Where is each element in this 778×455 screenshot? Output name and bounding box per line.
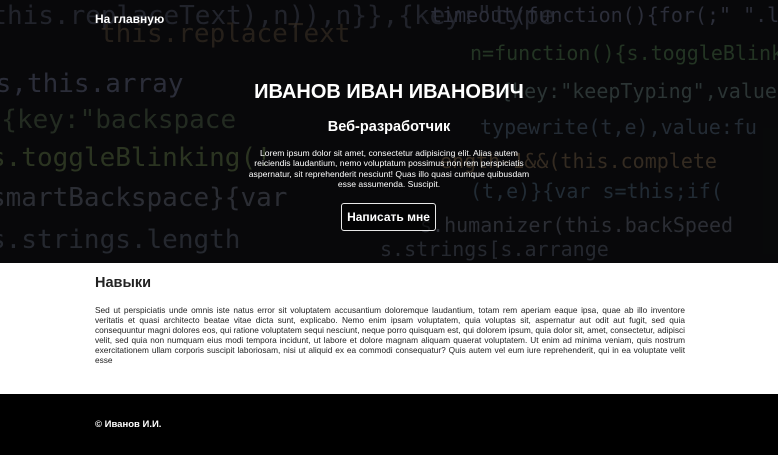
copyright-text: © Иванов И.И. — [95, 419, 162, 430]
hero-description: Lorem ipsum dolor sit amet, consectetur … — [248, 148, 530, 189]
skills-heading: Навыки — [95, 275, 152, 291]
skills-description: Sed ut perspiciatis unde omnis iste natu… — [95, 305, 685, 365]
skills-section: Навыки Sed ut perspiciatis unde omnis is… — [0, 263, 778, 394]
contact-button[interactable]: Написать мне — [341, 203, 436, 231]
footer: © Иванов И.И. — [0, 394, 778, 455]
hero-subtitle: Веб-разработчик — [327, 119, 451, 135]
nav-home-link[interactable]: На главную — [95, 12, 164, 26]
hero-section: s,this.replaceText),n)),n}},{key:"type t… — [0, 0, 778, 263]
page-title: ИВАНОВ ИВАН ИВАНОВИЧ — [254, 81, 524, 103]
